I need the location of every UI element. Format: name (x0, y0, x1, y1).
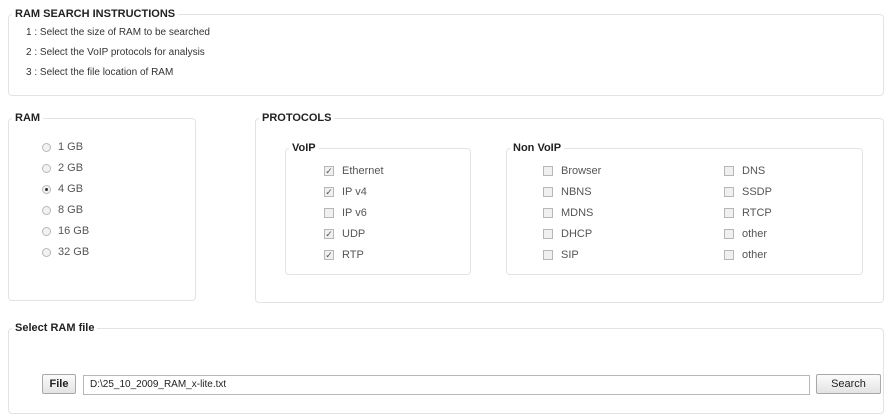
nonvoip-dns[interactable]: DNS (724, 165, 765, 177)
protocol-label: RTP (342, 249, 364, 261)
protocol-label: UDP (342, 228, 366, 240)
protocol-label: SIP (561, 249, 579, 261)
checkbox-icon[interactable] (324, 208, 334, 218)
nonvoip-ssdp[interactable]: SSDP (724, 186, 772, 198)
instruction-step-2: 2 : Select the VoIP protocols for analys… (26, 47, 205, 58)
checkbox-icon[interactable] (543, 229, 553, 239)
ram-option-label: 2 GB (58, 162, 84, 174)
voip-ethernet[interactable]: ✓ Ethernet (324, 165, 384, 177)
select-file-group (8, 328, 884, 414)
ram-option-2gb[interactable]: 2 GB (42, 162, 83, 174)
protocol-label: RTCP (742, 207, 772, 219)
file-path-field[interactable]: D:\25_10_2009_RAM_x-lite.txt (83, 375, 810, 395)
ram-option-32gb[interactable]: 32 GB (42, 246, 89, 258)
protocol-label: SSDP (742, 186, 772, 198)
radio-icon[interactable] (42, 163, 51, 173)
checkbox-icon[interactable]: ✓ (324, 166, 334, 176)
checkbox-icon[interactable] (724, 166, 734, 176)
voip-rtp[interactable]: ✓ RTP (324, 249, 364, 261)
ram-option-label: 8 GB (58, 204, 84, 216)
nonvoip-rtcp[interactable]: RTCP (724, 207, 772, 219)
checkbox-icon[interactable] (724, 250, 734, 260)
checkbox-icon[interactable]: ✓ (324, 250, 334, 260)
radio-icon[interactable] (42, 184, 51, 194)
nonvoip-dhcp[interactable]: DHCP (543, 228, 592, 240)
ram-group (8, 118, 196, 301)
radio-icon[interactable] (42, 142, 51, 152)
voip-udp[interactable]: ✓ UDP (324, 228, 365, 240)
radio-icon[interactable] (42, 226, 51, 236)
protocol-label: other (742, 228, 768, 240)
protocol-label: other (742, 249, 768, 261)
checkbox-icon[interactable] (724, 208, 734, 218)
nonvoip-mdns[interactable]: MDNS (543, 207, 593, 219)
checkbox-icon[interactable] (724, 187, 734, 197)
checkbox-icon[interactable] (724, 229, 734, 239)
select-file-title: Select RAM file (12, 322, 98, 334)
protocol-label: IP v6 (342, 207, 367, 219)
ram-option-1gb[interactable]: 1 GB (42, 141, 83, 153)
nonvoip-title: Non VoIP (510, 142, 565, 154)
nonvoip-other-1[interactable]: other (724, 228, 767, 240)
checkbox-icon[interactable]: ✓ (324, 187, 334, 197)
instruction-step-1: 1 : Select the size of RAM to be searche… (26, 27, 210, 38)
search-button[interactable]: Search (816, 374, 881, 394)
ram-option-4gb[interactable]: 4 GB (42, 183, 83, 195)
protocol-label: IP v4 (342, 186, 367, 198)
instruction-step-3: 3 : Select the file location of RAM (26, 67, 174, 78)
checkbox-icon[interactable]: ✓ (324, 229, 334, 239)
ram-option-label: 16 GB (58, 225, 90, 237)
protocols-title: PROTOCOLS (259, 112, 335, 124)
protocol-label: Browser (561, 165, 602, 177)
voip-ipv4[interactable]: ✓ IP v4 (324, 186, 367, 198)
protocol-label: NBNS (561, 186, 592, 198)
checkbox-icon[interactable] (543, 208, 553, 218)
checkbox-icon[interactable] (543, 187, 553, 197)
ram-option-16gb[interactable]: 16 GB (42, 225, 89, 237)
nonvoip-nbns[interactable]: NBNS (543, 186, 592, 198)
nonvoip-browser[interactable]: Browser (543, 165, 601, 177)
protocol-label: DHCP (561, 228, 593, 240)
file-button[interactable]: File (42, 374, 76, 394)
ram-option-label: 4 GB (58, 183, 84, 195)
ram-option-label: 32 GB (58, 246, 90, 258)
ram-title: RAM (12, 112, 44, 124)
voip-title: VoIP (289, 142, 319, 154)
nonvoip-other-2[interactable]: other (724, 249, 767, 261)
ram-search-form: RAM SEARCH INSTRUCTIONS 1 : Select the s… (0, 0, 888, 417)
instructions-title: RAM SEARCH INSTRUCTIONS (12, 8, 179, 20)
protocol-label: MDNS (561, 207, 594, 219)
nonvoip-sip[interactable]: SIP (543, 249, 579, 261)
voip-ipv6[interactable]: IP v6 (324, 207, 367, 219)
ram-option-8gb[interactable]: 8 GB (42, 204, 83, 216)
protocol-label: DNS (742, 165, 766, 177)
ram-option-label: 1 GB (58, 141, 84, 153)
radio-icon[interactable] (42, 247, 51, 257)
checkbox-icon[interactable] (543, 166, 553, 176)
protocol-label: Ethernet (342, 165, 384, 177)
checkbox-icon[interactable] (543, 250, 553, 260)
radio-icon[interactable] (42, 205, 51, 215)
